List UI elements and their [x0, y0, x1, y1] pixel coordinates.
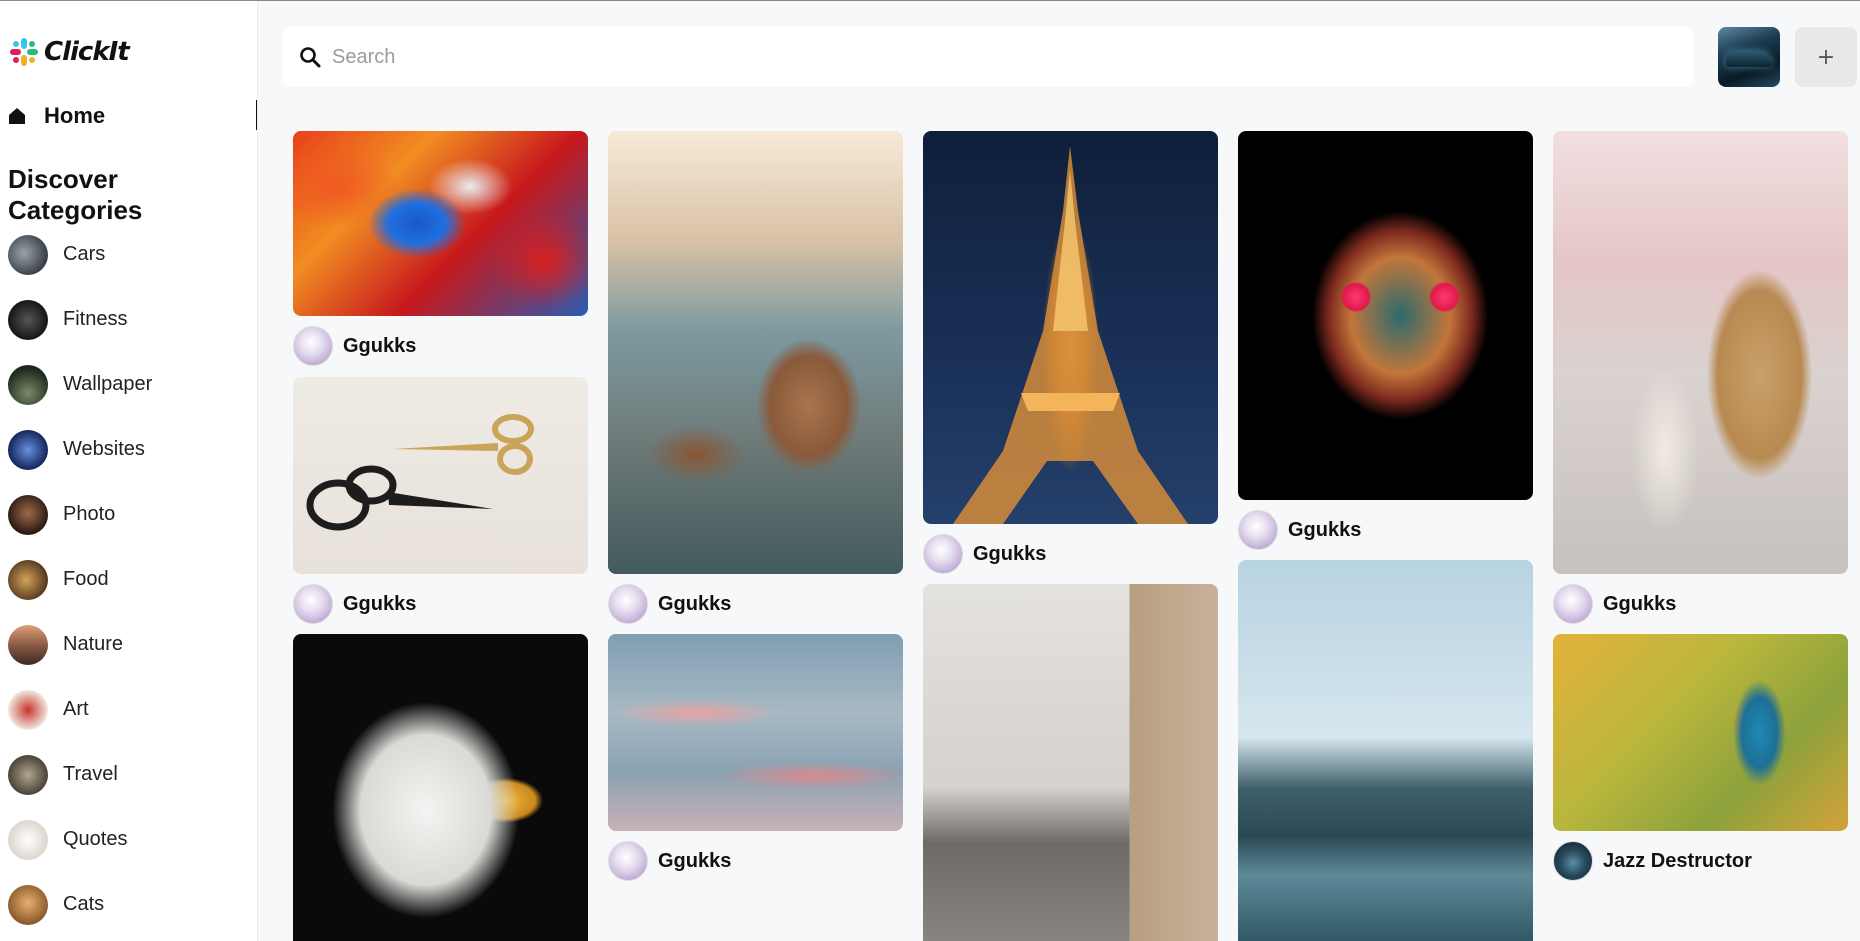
category-label: Travel	[63, 763, 118, 785]
author-avatar	[1553, 841, 1593, 881]
category-item-food[interactable]: Food	[8, 547, 152, 612]
pin-image-sugar-skull[interactable]	[1238, 131, 1533, 500]
author-name: Ggukks	[343, 592, 417, 615]
category-thumb	[8, 624, 48, 665]
search-icon	[300, 47, 321, 68]
category-item-art[interactable]: Art	[8, 677, 152, 742]
nav-home[interactable]: Home	[8, 98, 257, 134]
pin-author[interactable]: Ggukks	[608, 584, 903, 624]
author-name: Ggukks	[1288, 518, 1362, 541]
category-thumb	[8, 429, 48, 470]
pin-card[interactable]	[923, 584, 1218, 941]
category-item-cats[interactable]: Cats	[8, 872, 152, 937]
category-list: Cars Fitness Wallpaper Websites Photo Fo…	[8, 222, 152, 937]
author-name: Ggukks	[658, 849, 732, 872]
home-icon	[9, 108, 25, 124]
pin-image-eiffel-tower[interactable]	[923, 131, 1218, 524]
author-avatar	[608, 584, 648, 624]
pin-card[interactable]: Ggukks	[923, 131, 1218, 574]
category-item-photo[interactable]: Photo	[8, 482, 152, 547]
category-label: Art	[63, 698, 89, 720]
category-thumb	[8, 364, 48, 405]
category-item-quotes[interactable]: Quotes	[8, 807, 152, 872]
category-thumb	[8, 754, 48, 795]
category-thumb	[8, 884, 48, 925]
sidebar: ClickIt Home Discover Categories Cars Fi…	[0, 1, 258, 941]
pin-card[interactable]: Ggukks	[1238, 131, 1533, 550]
pin-card[interactable]: Ggukks	[608, 131, 903, 624]
nav-home-label: Home	[44, 103, 106, 128]
category-label: Websites	[63, 438, 145, 460]
pin-card[interactable]: Ggukks	[1553, 131, 1848, 624]
pin-image-kingfisher[interactable]	[1553, 634, 1848, 831]
pin-card[interactable]: Ggukks	[293, 131, 588, 366]
pin-author[interactable]: Ggukks	[1553, 584, 1848, 624]
pin-author[interactable]: Ggukks	[1238, 510, 1533, 550]
category-thumb	[8, 299, 48, 340]
logo-mark-icon	[10, 38, 38, 66]
category-label: Photo	[63, 503, 116, 525]
author-avatar	[923, 534, 963, 574]
app-name: ClickIt	[44, 37, 130, 67]
pin-card[interactable]: Ggukks	[608, 634, 903, 881]
author-name: Jazz Destructor	[1603, 849, 1752, 872]
author-avatar	[293, 326, 333, 366]
pin-image-abstract-painting[interactable]	[293, 131, 588, 316]
category-item-travel[interactable]: Travel	[8, 742, 152, 807]
author-name: Ggukks	[1603, 592, 1677, 615]
pin-author[interactable]: Ggukks	[608, 841, 903, 881]
author-avatar	[608, 841, 648, 881]
author-name: Ggukks	[973, 542, 1047, 565]
search-input[interactable]	[332, 37, 1672, 77]
pin-card[interactable]: Jazz Destructor	[1553, 634, 1848, 881]
category-item-wallpaper[interactable]: Wallpaper	[8, 352, 152, 417]
pin-image-eagle[interactable]	[293, 634, 588, 941]
category-item-websites[interactable]: Websites	[8, 417, 152, 482]
category-label: Cars	[63, 243, 106, 265]
app-logo[interactable]: ClickIt	[8, 36, 130, 68]
category-label: Food	[63, 568, 109, 590]
category-item-fitness[interactable]: Fitness	[8, 287, 152, 352]
author-name: Ggukks	[658, 592, 732, 615]
category-thumb	[8, 234, 48, 275]
category-label: Fitness	[63, 308, 128, 330]
category-thumb	[8, 689, 48, 730]
author-name: Ggukks	[343, 334, 417, 357]
pin-card[interactable]: Ggukks	[293, 377, 588, 624]
category-item-nature[interactable]: Nature	[8, 612, 152, 677]
pin-author[interactable]: Jazz Destructor	[1553, 841, 1848, 881]
category-thumb	[8, 819, 48, 860]
categories-title: Discover Categories	[8, 164, 143, 225]
category-label: Quotes	[63, 828, 128, 850]
category-label: Cats	[63, 893, 105, 915]
pin-image-sunset-clouds[interactable]	[608, 634, 903, 831]
user-avatar-button[interactable]	[1718, 27, 1780, 87]
author-avatar	[1238, 510, 1278, 550]
pin-image-mountain-lake[interactable]	[1238, 560, 1533, 941]
pin-author[interactable]: Ggukks	[293, 326, 588, 366]
add-pin-button[interactable]: +	[1795, 27, 1857, 87]
pin-author[interactable]: Ggukks	[293, 584, 588, 624]
pin-card[interactable]	[1238, 560, 1533, 941]
category-item-cars[interactable]: Cars	[8, 222, 152, 287]
eiffel-silhouette	[953, 146, 1188, 524]
category-thumb	[8, 494, 48, 535]
author-avatar	[1553, 584, 1593, 624]
pin-card[interactable]	[293, 634, 588, 941]
category-label: Wallpaper	[63, 373, 153, 395]
pin-author[interactable]: Ggukks	[923, 534, 1218, 574]
pin-image-girl-with-teddy[interactable]	[1553, 131, 1848, 574]
pin-image-scissors[interactable]	[293, 377, 588, 574]
category-label: Nature	[63, 633, 124, 655]
pin-image-teddy-bear-shoes[interactable]	[608, 131, 903, 574]
pin-image-living-room[interactable]	[923, 584, 1218, 941]
scissors-illustration	[306, 414, 534, 531]
search-bar[interactable]	[282, 27, 1694, 87]
author-avatar	[293, 584, 333, 624]
category-thumb	[8, 559, 48, 600]
